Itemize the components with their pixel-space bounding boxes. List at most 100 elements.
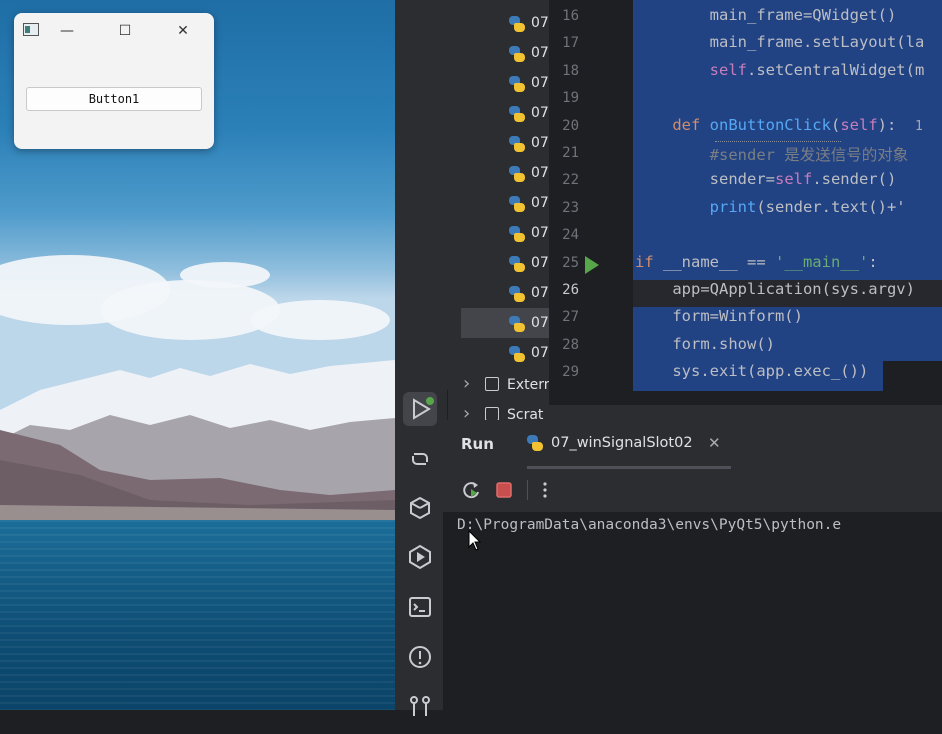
code-token: form.show() — [635, 334, 775, 353]
mouse-cursor-icon — [468, 530, 482, 551]
run-tool-button[interactable] — [403, 392, 437, 426]
services-button[interactable] — [403, 540, 437, 574]
services-icon — [409, 544, 431, 570]
code-line: main_frame=QWidget() — [635, 6, 897, 24]
chevron-right-icon[interactable]: › — [463, 373, 470, 394]
code-token: .setCentralWidget(m — [746, 60, 925, 79]
code-line: form=Winform() — [635, 307, 803, 325]
terminal-button[interactable] — [403, 590, 437, 624]
code-line: form.show() — [635, 335, 775, 353]
python-file-icon — [509, 226, 525, 242]
python-file-icon — [509, 76, 525, 92]
line-number: 19 — [562, 90, 579, 107]
problems-icon — [409, 646, 431, 668]
run-config-tab-label: 07_winSignalSlot02 — [551, 435, 693, 451]
rerun-button[interactable] — [457, 476, 485, 504]
code-token: '__main__' — [774, 252, 869, 271]
code-token: onButtonClick — [709, 115, 831, 134]
rerun-icon — [463, 482, 479, 499]
python-file-icon — [509, 286, 525, 302]
tree-item-label: Extern — [507, 377, 549, 393]
sea-texture — [0, 520, 395, 710]
code-token: (sender.text()+' — [756, 197, 906, 216]
scratches-icon — [485, 407, 499, 420]
code-line: app=QApplication(sys.argv) — [635, 280, 915, 298]
code-token: def — [672, 115, 710, 134]
horizontal-scrollbar[interactable] — [549, 405, 942, 420]
run-main-gutter-icon[interactable] — [585, 256, 599, 274]
line-number: 23 — [562, 199, 579, 216]
python-file-icon — [509, 166, 525, 182]
code-line: sender=self.sender() — [635, 170, 897, 189]
tree-file-label: 07 — [531, 255, 549, 271]
code-line: print(sender.text()+' — [635, 198, 906, 216]
line-number: 21 — [562, 145, 579, 161]
git-button[interactable] — [403, 688, 437, 722]
python-console-button[interactable] — [403, 442, 437, 476]
python-file-icon — [509, 136, 525, 152]
run-config-tab[interactable]: 07_winSignalSlot02 ✕ — [527, 432, 731, 469]
line-number: 18 — [562, 62, 579, 79]
tree-file-item[interactable]: 07 — [395, 38, 549, 68]
code-line: self.setCentralWidget(m — [635, 60, 925, 79]
code-token: sys.exit(app.exec_()) — [635, 362, 869, 381]
tree-file-label: 07 — [531, 75, 549, 91]
usage-underline — [715, 140, 841, 142]
tree-file-label: 07 — [531, 45, 549, 61]
line-number: 27 — [562, 309, 579, 326]
tree-file-item[interactable]: 07 — [395, 278, 549, 308]
python-file-icon — [509, 16, 525, 32]
console-line: D:\ProgramData\anaconda3\envs\PyQt5\pyth… — [457, 517, 842, 533]
more-options-button[interactable] — [531, 476, 559, 504]
tree-file-item[interactable]: 07 — [395, 158, 549, 188]
tree-file-label: 07 — [531, 135, 549, 151]
python-file-icon — [509, 46, 525, 62]
button1[interactable]: Button1 — [26, 87, 202, 111]
problems-button[interactable] — [403, 640, 437, 674]
maximize-button[interactable]: ☐ — [114, 22, 136, 40]
terminal-icon — [409, 597, 431, 617]
python-file-icon — [527, 435, 543, 451]
python-file-icon — [509, 316, 525, 332]
code-token: main_frame.setLayout(la — [635, 33, 925, 52]
tree-file-item[interactable]: 07 — [395, 248, 549, 278]
tree-file-item[interactable]: 07 — [395, 188, 549, 218]
tree-file-item[interactable]: 07 — [395, 338, 549, 368]
minimize-button[interactable]: — — [56, 22, 78, 40]
code-token: print — [709, 197, 757, 216]
chevron-right-icon[interactable]: › — [463, 403, 470, 420]
tree-file-label: 07 — [531, 285, 549, 301]
line-number: 20 — [562, 117, 579, 134]
app-window-icon — [23, 23, 39, 36]
python-packages-button[interactable] — [403, 491, 437, 525]
tree-file-item[interactable]: 07 — [395, 218, 549, 248]
run-console-output[interactable]: D:\ProgramData\anaconda3\envs\PyQt5\pyth… — [443, 512, 942, 710]
tree-file-label: 07 — [531, 105, 549, 121]
window-titlebar[interactable]: — ☐ ✕ — [14, 13, 214, 49]
code-line: #sender 是发送信号的对象 — [635, 143, 909, 165]
qt-demo-window[interactable]: — ☐ ✕ Button1 — [14, 13, 214, 149]
stop-button[interactable] — [490, 476, 518, 504]
line-number: 29 — [562, 364, 579, 381]
tree-file-item[interactable]: 07 — [395, 128, 549, 158]
code-token: if — [635, 252, 663, 271]
tree-file-label: 07 — [531, 225, 549, 241]
python-file-icon — [509, 256, 525, 272]
code-line: sys.exit(app.exec_()) — [635, 362, 868, 380]
tree-file-item[interactable]: 07 — [395, 98, 549, 128]
project-tree: 07 07 07 07 07 07 07 07 07 07 07 07 › Extern › Scrat — [395, 0, 549, 420]
close-button[interactable]: ✕ — [172, 22, 194, 40]
tree-file-item[interactable]: 07 — [395, 308, 549, 338]
code-editor[interactable]: main_frame=QWidget() main_frame.setLayou… — [633, 0, 942, 405]
code-token: .sender() — [812, 170, 897, 189]
tab-close-icon[interactable]: ✕ — [708, 434, 721, 452]
python-packages-icon — [410, 496, 430, 520]
cloud — [180, 262, 270, 288]
tree-file-item[interactable]: 07 — [395, 8, 549, 38]
tree-file-item[interactable]: 07 — [395, 68, 549, 98]
run-tool-icon — [413, 397, 434, 420]
code-token: #sender 是发送信号的对象 — [635, 146, 909, 164]
code-token: self — [774, 170, 813, 189]
